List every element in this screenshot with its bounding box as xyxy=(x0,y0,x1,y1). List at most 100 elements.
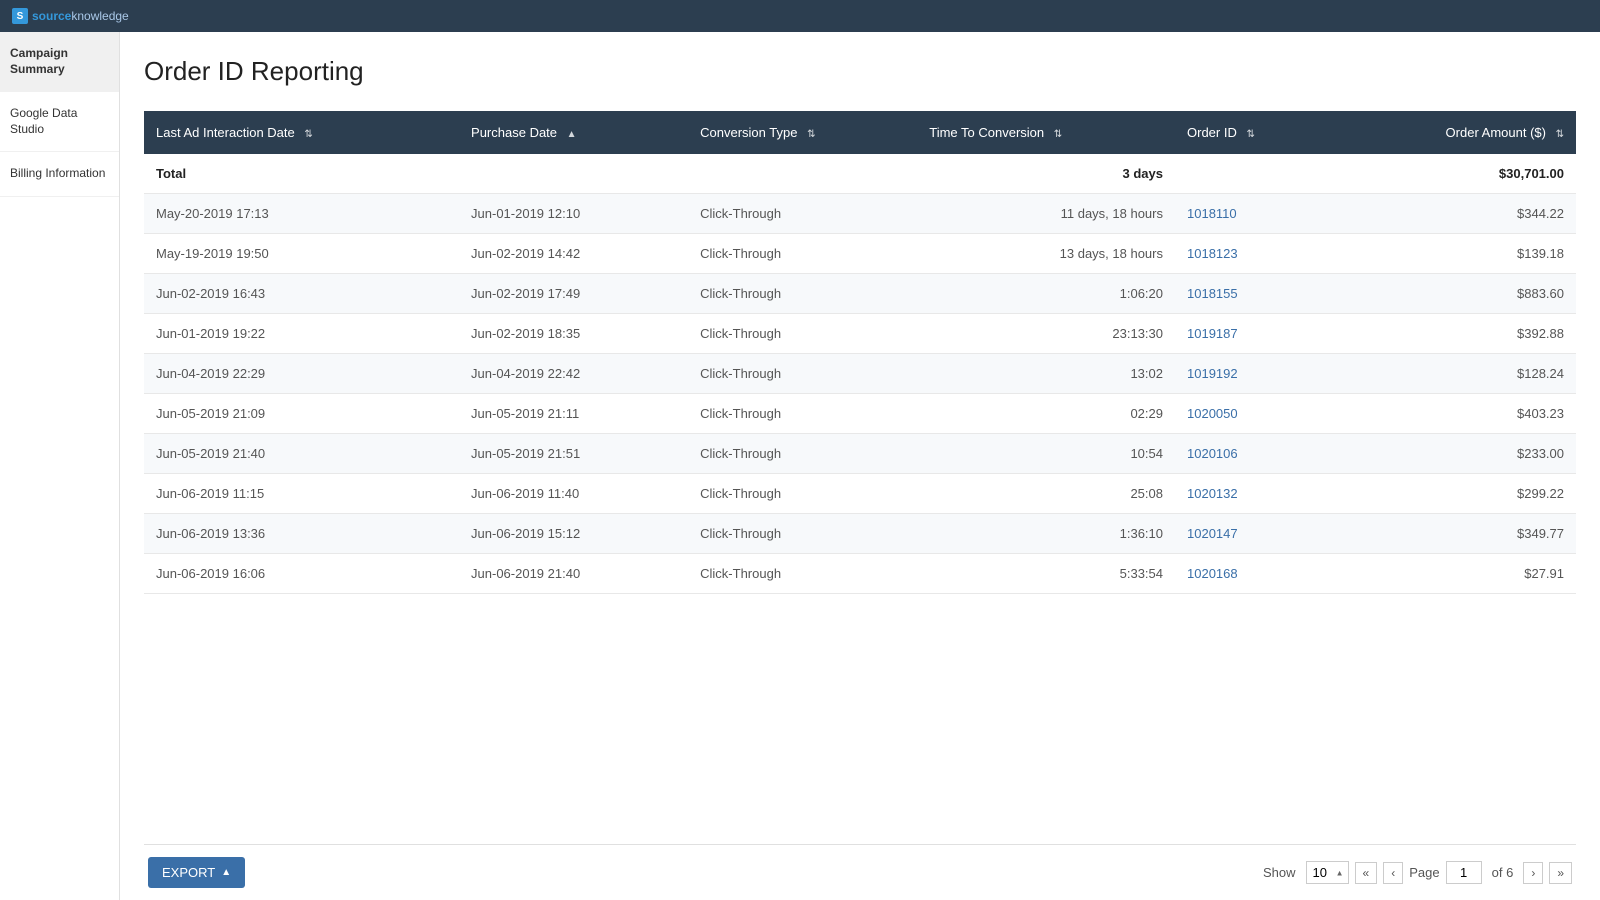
sidebar: Campaign Summary Google Data Studio Bill… xyxy=(0,32,120,900)
cell-conv-type: Click-Through xyxy=(688,394,917,434)
cell-conv-type: Click-Through xyxy=(688,354,917,394)
cell-time-conv: 1:36:10 xyxy=(917,514,1175,554)
table-row: Jun-06-2019 13:36 Jun-06-2019 15:12 Clic… xyxy=(144,514,1576,554)
cell-last-ad: Jun-04-2019 22:29 xyxy=(144,354,459,394)
cell-amount: $392.88 xyxy=(1347,314,1576,354)
logo-source: source xyxy=(32,9,71,23)
cell-last-ad: May-19-2019 19:50 xyxy=(144,234,459,274)
cell-order-id: 1018123 xyxy=(1175,234,1347,274)
cell-amount: $299.22 xyxy=(1347,474,1576,514)
page-number-input[interactable] xyxy=(1446,861,1482,884)
sort-icon-conv-type: ⇅ xyxy=(807,129,815,140)
cell-purchase: Jun-06-2019 11:40 xyxy=(459,474,688,514)
cell-amount: $139.18 xyxy=(1347,234,1576,274)
total-order-id xyxy=(1175,154,1347,194)
cell-amount: $403.23 xyxy=(1347,394,1576,434)
export-dropdown-icon: ▲ xyxy=(221,867,231,878)
cell-order-id: 1018110 xyxy=(1175,194,1347,234)
cell-time-conv: 13 days, 18 hours xyxy=(917,234,1175,274)
cell-last-ad: Jun-06-2019 11:15 xyxy=(144,474,459,514)
col-purchase-date[interactable]: Purchase Date ▲ xyxy=(459,111,688,154)
table-row: Jun-04-2019 22:29 Jun-04-2019 22:42 Clic… xyxy=(144,354,1576,394)
cell-last-ad: Jun-06-2019 16:06 xyxy=(144,554,459,594)
table-row: Jun-06-2019 11:15 Jun-06-2019 11:40 Clic… xyxy=(144,474,1576,514)
col-time-to-conversion[interactable]: Time To Conversion ⇅ xyxy=(917,111,1175,154)
cell-order-id: 1020147 xyxy=(1175,514,1347,554)
cell-order-id: 1020050 xyxy=(1175,394,1347,434)
col-last-ad-interaction[interactable]: Last Ad Interaction Date ⇅ xyxy=(144,111,459,154)
table-row: Jun-01-2019 19:22 Jun-02-2019 18:35 Clic… xyxy=(144,314,1576,354)
cell-conv-type: Click-Through xyxy=(688,274,917,314)
cell-amount: $27.91 xyxy=(1347,554,1576,594)
table-header-row: Last Ad Interaction Date ⇅ Purchase Date… xyxy=(144,111,1576,154)
top-bar: S sourceknowledge xyxy=(0,0,1600,32)
page-label: Page xyxy=(1409,865,1439,880)
total-time: 3 days xyxy=(917,154,1175,194)
col-order-amount[interactable]: Order Amount ($) ⇅ xyxy=(1347,111,1576,154)
cell-purchase: Jun-02-2019 14:42 xyxy=(459,234,688,274)
cell-conv-type: Click-Through xyxy=(688,474,917,514)
table-row: May-19-2019 19:50 Jun-02-2019 14:42 Clic… xyxy=(144,234,1576,274)
cell-purchase: Jun-04-2019 22:42 xyxy=(459,354,688,394)
col-conversion-type[interactable]: Conversion Type ⇅ xyxy=(688,111,917,154)
sort-icon-last-ad: ⇅ xyxy=(304,129,312,140)
logo: S sourceknowledge xyxy=(12,8,129,24)
bottom-bar: EXPORT ▲ Show 10 25 50 « ‹ Page of 6 › xyxy=(144,844,1576,900)
cell-last-ad: Jun-06-2019 13:36 xyxy=(144,514,459,554)
cell-time-conv: 02:29 xyxy=(917,394,1175,434)
cell-purchase: Jun-01-2019 12:10 xyxy=(459,194,688,234)
cell-purchase: Jun-05-2019 21:51 xyxy=(459,434,688,474)
show-label: Show xyxy=(1263,865,1296,880)
sidebar-item-google-data-studio[interactable]: Google Data Studio xyxy=(0,92,119,152)
logo-text: sourceknowledge xyxy=(32,9,129,23)
first-page-button[interactable]: « xyxy=(1355,862,1378,884)
cell-order-id: 1020132 xyxy=(1175,474,1347,514)
cell-conv-type: Click-Through xyxy=(688,434,917,474)
table-row: Jun-02-2019 16:43 Jun-02-2019 17:49 Clic… xyxy=(144,274,1576,314)
cell-last-ad: Jun-01-2019 19:22 xyxy=(144,314,459,354)
total-purchase xyxy=(459,154,688,194)
cell-purchase: Jun-02-2019 18:35 xyxy=(459,314,688,354)
cell-conv-type: Click-Through xyxy=(688,314,917,354)
sidebar-item-billing-information[interactable]: Billing Information xyxy=(0,152,119,197)
total-row: Total 3 days $30,701.00 xyxy=(144,154,1576,194)
cell-purchase: Jun-02-2019 17:49 xyxy=(459,274,688,314)
cell-time-conv: 23:13:30 xyxy=(917,314,1175,354)
cell-last-ad: Jun-02-2019 16:43 xyxy=(144,274,459,314)
export-button[interactable]: EXPORT ▲ xyxy=(148,857,245,888)
cell-conv-type: Click-Through xyxy=(688,514,917,554)
cell-purchase: Jun-06-2019 21:40 xyxy=(459,554,688,594)
cell-time-conv: 13:02 xyxy=(917,354,1175,394)
cell-amount: $349.77 xyxy=(1347,514,1576,554)
cell-order-id: 1018155 xyxy=(1175,274,1347,314)
show-select[interactable]: 10 25 50 xyxy=(1306,861,1349,884)
table-row: Jun-05-2019 21:09 Jun-05-2019 21:11 Clic… xyxy=(144,394,1576,434)
table-row: Jun-05-2019 21:40 Jun-05-2019 21:51 Clic… xyxy=(144,434,1576,474)
total-conv-type xyxy=(688,154,917,194)
content-area: Order ID Reporting Last Ad Interaction D… xyxy=(120,32,1600,900)
sort-icon-purchase: ▲ xyxy=(567,129,577,140)
pagination: Show 10 25 50 « ‹ Page of 6 › » xyxy=(1263,861,1572,884)
table-container: Last Ad Interaction Date ⇅ Purchase Date… xyxy=(144,111,1576,836)
cell-time-conv: 10:54 xyxy=(917,434,1175,474)
sort-icon-order-id: ⇅ xyxy=(1246,129,1254,140)
table-row: May-20-2019 17:13 Jun-01-2019 12:10 Clic… xyxy=(144,194,1576,234)
cell-order-id: 1019187 xyxy=(1175,314,1347,354)
order-id-table: Last Ad Interaction Date ⇅ Purchase Date… xyxy=(144,111,1576,594)
show-select-wrap: 10 25 50 xyxy=(1306,861,1349,884)
cell-time-conv: 5:33:54 xyxy=(917,554,1175,594)
cell-order-id: 1019192 xyxy=(1175,354,1347,394)
table-row: Jun-06-2019 16:06 Jun-06-2019 21:40 Clic… xyxy=(144,554,1576,594)
cell-conv-type: Click-Through xyxy=(688,194,917,234)
logo-icon: S xyxy=(12,8,28,24)
cell-amount: $883.60 xyxy=(1347,274,1576,314)
prev-page-button[interactable]: ‹ xyxy=(1383,862,1403,884)
of-pages: of 6 xyxy=(1492,865,1514,880)
cell-amount: $344.22 xyxy=(1347,194,1576,234)
cell-purchase: Jun-05-2019 21:11 xyxy=(459,394,688,434)
last-page-button[interactable]: » xyxy=(1549,862,1572,884)
col-order-id[interactable]: Order ID ⇅ xyxy=(1175,111,1347,154)
logo-knowledge: knowledge xyxy=(71,9,128,23)
sidebar-item-campaign-summary[interactable]: Campaign Summary xyxy=(0,32,119,92)
next-page-button[interactable]: › xyxy=(1523,862,1543,884)
